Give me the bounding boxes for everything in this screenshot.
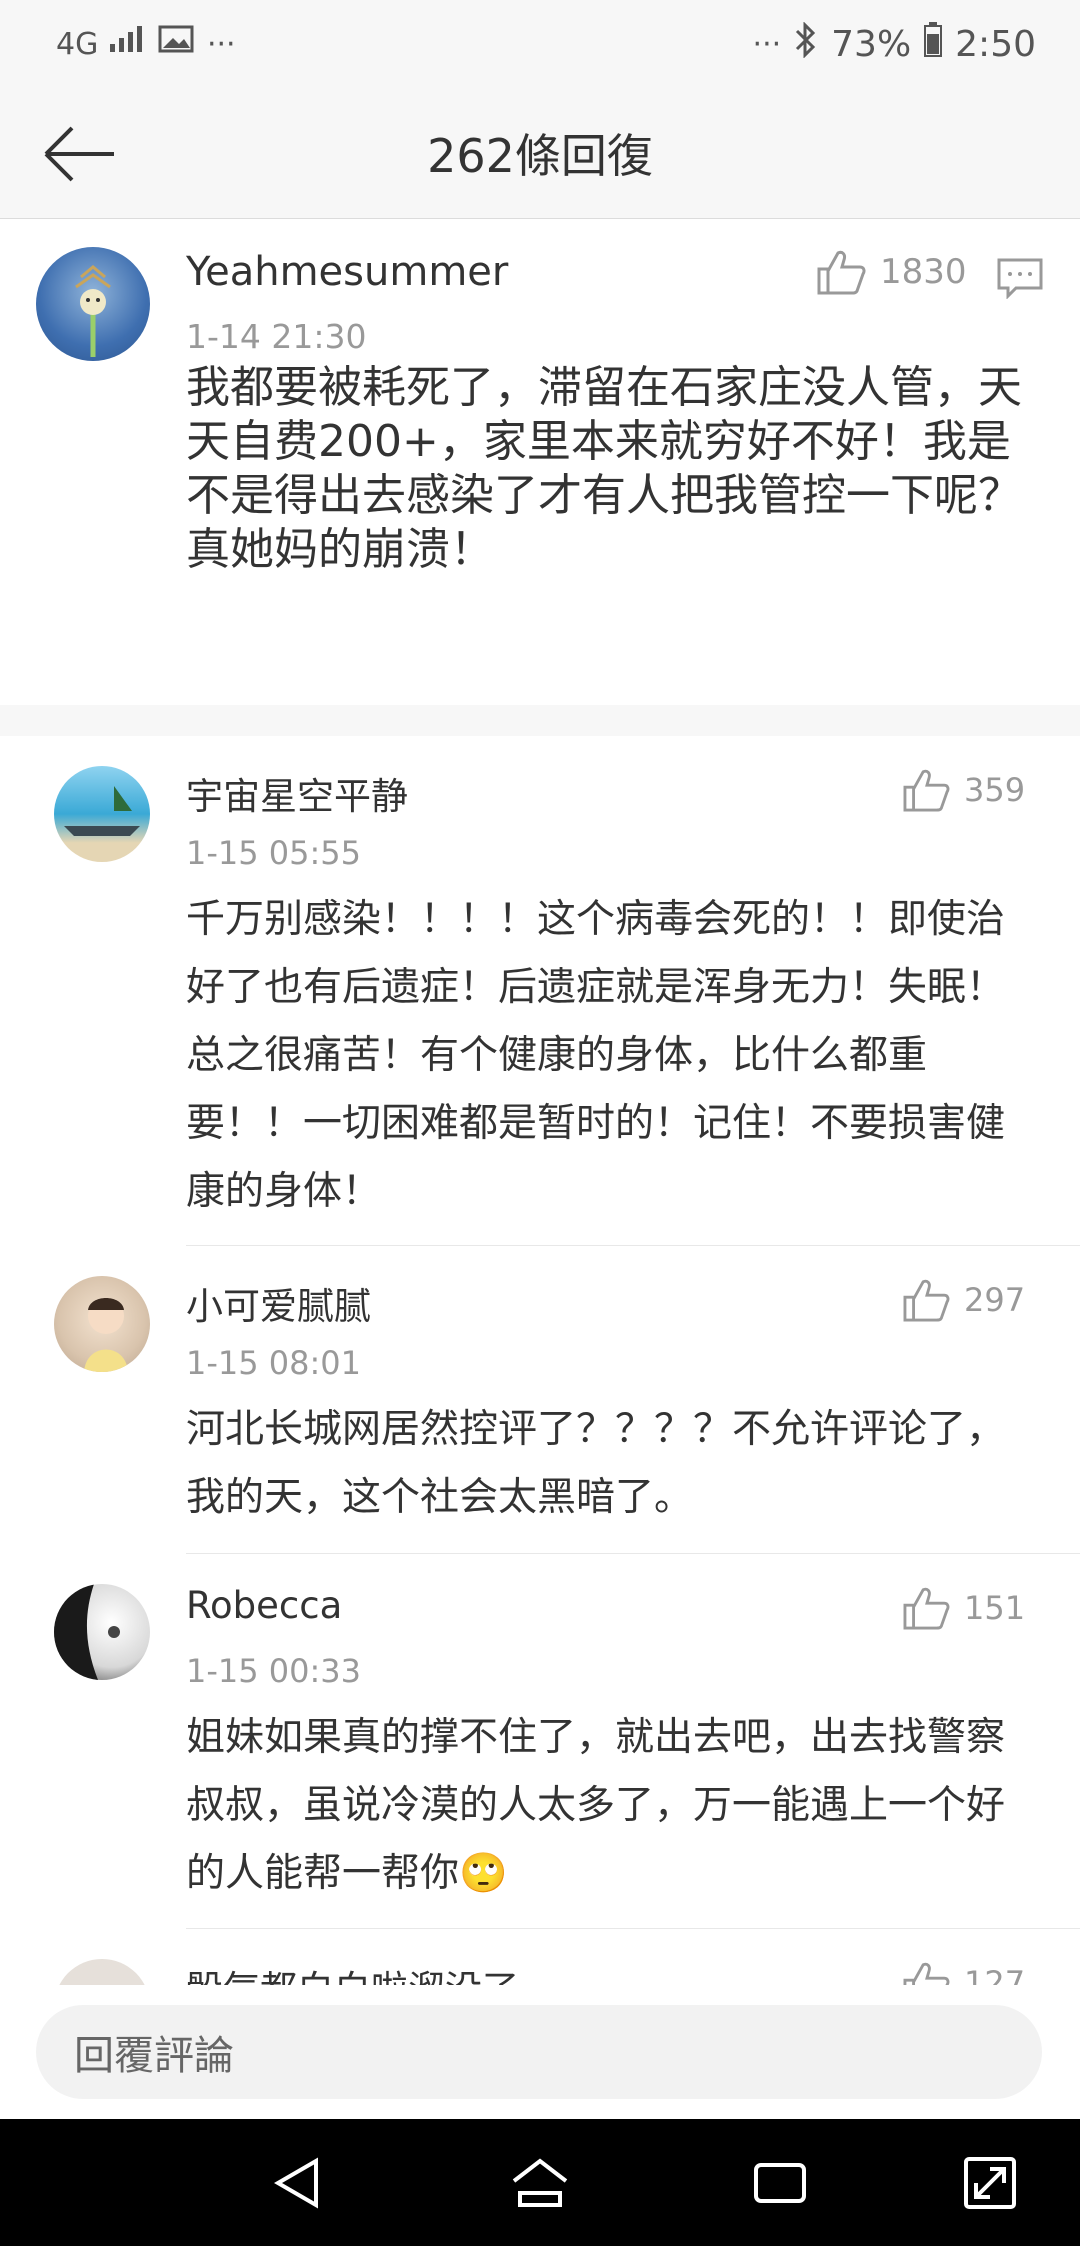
home-icon: [512, 2158, 568, 2207]
like-button[interactable]: 359: [902, 768, 1025, 812]
reply-bar: 回覆評論: [0, 1985, 1080, 2119]
thumbs-up-icon: [903, 1962, 950, 1985]
navigation-bar: [0, 2119, 1080, 2246]
replies-list: 宇宙星空平静 1-15 05:55 359 千万别感染！！！！这个病毒会死的！！…: [0, 736, 1080, 1985]
thumbs-up-icon: [817, 250, 866, 295]
thumbs-up-icon: [903, 1279, 950, 1322]
nav-rotate-button[interactable]: [960, 2153, 1020, 2213]
signal-icon: [108, 26, 158, 62]
like-count: 297: [964, 1281, 1026, 1319]
avatar[interactable]: [54, 1959, 150, 1985]
comment-text: 千万别感染！！！！这个病毒会死的！！即使治好了也有后遗症！后遗症就是浑身无力！失…: [186, 897, 1006, 1214]
network-label: 4G: [56, 27, 99, 62]
timestamp: 1-15 08:01: [186, 1344, 362, 1382]
status-left: 4G ···: [56, 24, 236, 62]
reply-input[interactable]: 回覆評論: [36, 2005, 1042, 2099]
timestamp: 1-15 00:33: [186, 1652, 362, 1690]
triangle-back-icon: [274, 2157, 318, 2209]
avatar[interactable]: [36, 247, 150, 361]
like-button[interactable]: 1830: [816, 249, 967, 295]
main-comment: Yeahmesummer 1-14 21:30 1830 我都要被耗死了，滞留在…: [0, 219, 1080, 705]
reply-placeholder: 回覆評論: [74, 2033, 234, 2079]
like-count: 127: [964, 1964, 1026, 1985]
like-button[interactable]: 127: [902, 1961, 1025, 1985]
like-count: 1830: [880, 252, 967, 292]
status-right: ··· 73% 2:50: [752, 21, 1036, 67]
like-count: 359: [964, 771, 1026, 809]
avatar[interactable]: [54, 1584, 150, 1680]
username[interactable]: Yeahmesummer: [186, 249, 508, 295]
nav-back-button[interactable]: [268, 2153, 328, 2213]
list-item: 宇宙星空平静 1-15 05:55 359 千万别感染！！！！这个病毒会死的！！…: [0, 736, 1080, 1246]
status-bar: 4G ··· ··· 73% 2:50: [0, 0, 1080, 92]
list-item: Robecca 1-15 00:33 151 姐妹如果真的撑不住了，就出去吧，出…: [0, 1554, 1080, 1929]
status-more-right: ···: [752, 27, 782, 62]
like-button[interactable]: 151: [902, 1586, 1025, 1630]
image-icon: [157, 25, 207, 62]
list-item: 小可爱腻腻 1-15 08:01 297 河北长城网居然控评了？？？？不允许评论…: [0, 1246, 1080, 1554]
username[interactable]: 骰气都白白啦溜没了: [186, 1959, 519, 1985]
status-more: ···: [206, 27, 236, 62]
thumbs-up-icon: [903, 1587, 950, 1630]
top-bar: 262條回復: [0, 92, 1080, 219]
clock: 2:50: [955, 24, 1036, 65]
comment-text: 我都要被耗死了，滞留在石家庄没人管，天天自费200+，家里本来就穷好不好！我是不…: [186, 362, 1022, 575]
comment-text: 河北长城网居然控评了？？？？不允许评论了，我的天，这个社会太黑暗了。: [186, 1407, 1006, 1520]
page-title: 262條回復: [427, 129, 653, 183]
timestamp: 1-15 05:55: [186, 834, 362, 872]
recents-icon: [754, 2163, 806, 2203]
like-button[interactable]: 297: [902, 1278, 1025, 1322]
bluetooth-icon: [793, 21, 819, 67]
list-item: 骰气都白白啦溜没了 127: [0, 1929, 1080, 1985]
username[interactable]: 小可爱腻腻: [186, 1276, 371, 1330]
thumbs-up-icon: [903, 769, 950, 812]
comment-button[interactable]: [996, 257, 1044, 303]
username[interactable]: 宇宙星空平静: [186, 766, 408, 820]
avatar[interactable]: [54, 1276, 150, 1372]
battery-icon: [923, 22, 943, 67]
timestamp: 1-14 21:30: [186, 317, 367, 356]
avatar[interactable]: [54, 766, 150, 862]
expand-icon: [964, 2157, 1016, 2209]
comment-icon: [997, 258, 1043, 300]
nav-home-button[interactable]: [510, 2153, 570, 2213]
battery-percent: 73%: [831, 24, 912, 65]
nav-recents-button[interactable]: [750, 2153, 810, 2213]
username[interactable]: Robecca: [186, 1584, 342, 1627]
like-count: 151: [964, 1589, 1026, 1627]
comment-text: 姐妹如果真的撑不住了，就出去吧，出去找警察叔叔，虽说冷漠的人太多了，万一能遇上一…: [186, 1715, 1006, 1896]
